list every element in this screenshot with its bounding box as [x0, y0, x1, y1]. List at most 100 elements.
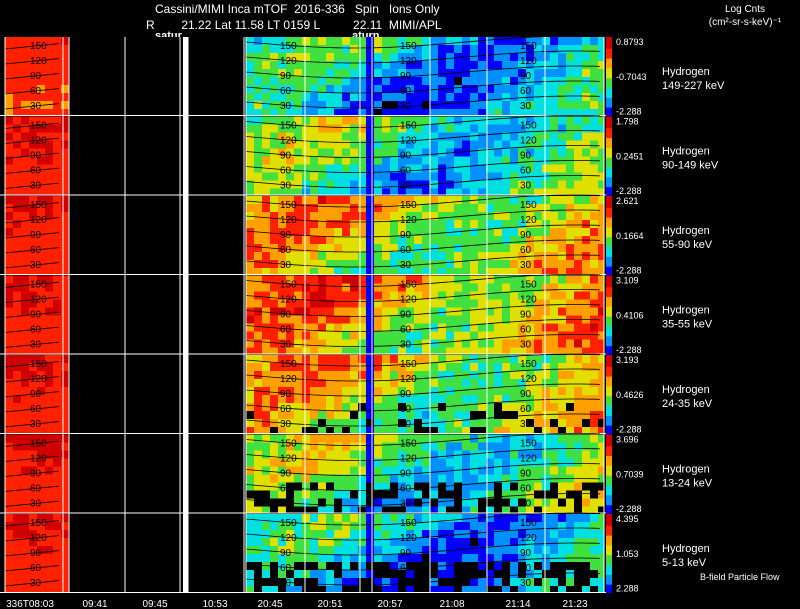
heat-cell	[446, 315, 454, 324]
contour-label: 60	[30, 484, 42, 495]
heat-cell	[61, 315, 69, 324]
heat-cell	[494, 419, 502, 427]
heat-cell	[574, 578, 582, 586]
heat-cell	[542, 299, 550, 308]
heat-cell	[302, 506, 310, 513]
heat-cell	[262, 450, 270, 459]
colorbar-mid-label: 0.2451	[616, 151, 644, 161]
heat-cell	[262, 474, 270, 483]
heat-cell	[61, 156, 69, 165]
heat-cell	[302, 307, 310, 316]
heat-cell	[53, 172, 61, 181]
heat-cell	[262, 283, 270, 292]
heat-cell	[21, 339, 29, 348]
heat-cell	[446, 403, 454, 411]
heat-cell	[326, 562, 334, 570]
contour-label: 150	[400, 200, 417, 211]
heat-cell	[558, 331, 566, 340]
heat-cell	[502, 260, 510, 268]
heat-cell	[326, 69, 334, 77]
heat-cell	[438, 140, 446, 149]
heat-cell	[302, 546, 310, 554]
heat-cell	[21, 506, 29, 513]
heat-cell	[366, 140, 374, 149]
contour-label: 120	[520, 374, 537, 385]
heat-cell	[478, 411, 486, 419]
heat-cell	[582, 109, 590, 116]
heat-cell	[366, 530, 374, 538]
heat-cell	[366, 490, 374, 499]
heat-cell	[430, 299, 438, 308]
heat-cell	[374, 355, 382, 363]
heat-cell	[318, 474, 326, 483]
heat-cell	[454, 220, 462, 228]
colorbar-min-label: -2.288	[616, 186, 642, 196]
heat-cell	[414, 85, 422, 93]
contour-label: 90	[280, 548, 292, 559]
heat-cell	[454, 172, 462, 181]
heat-cell	[254, 196, 262, 204]
heat-cell	[574, 196, 582, 204]
heat-cell	[294, 419, 302, 427]
heat-cell	[318, 546, 326, 554]
heat-cell	[574, 419, 582, 427]
contour-label: 150	[400, 280, 417, 291]
contour-label: 60	[400, 166, 412, 177]
heat-cell	[430, 474, 438, 483]
heat-cell	[446, 101, 454, 109]
colorbar-max-label: 3.193	[616, 355, 639, 365]
heat-cell	[390, 132, 398, 141]
heat-cell	[334, 490, 342, 499]
heat-cell	[358, 204, 366, 212]
heat-cell	[494, 498, 502, 507]
heat-cell	[302, 411, 310, 419]
heat-cell	[502, 387, 510, 395]
heat-cell	[5, 427, 13, 434]
time-tick-label: 21:23	[562, 599, 587, 609]
heat-cell	[542, 514, 550, 522]
heat-cell	[582, 244, 590, 252]
heat-cell	[566, 93, 574, 101]
heat-cell	[5, 85, 13, 93]
heat-cell	[582, 204, 590, 212]
heat-cell	[550, 180, 558, 189]
heat-cell	[382, 570, 390, 578]
time-tick-label: 10:53	[202, 599, 227, 609]
heat-cell	[542, 355, 550, 363]
heat-cell	[558, 482, 566, 491]
heat-cell	[326, 586, 334, 593]
contour-label: 90	[400, 71, 412, 82]
heat-cell	[550, 562, 558, 570]
contour-label: 30	[400, 499, 412, 510]
heat-cell	[61, 101, 69, 109]
heat-cell	[598, 570, 604, 578]
heat-cell	[454, 196, 462, 204]
heat-cell	[534, 307, 542, 316]
heat-cell	[61, 506, 69, 513]
heat-cell	[61, 260, 69, 268]
heat-cell	[574, 124, 582, 133]
heat-cell	[45, 331, 53, 340]
heat-cell	[358, 506, 366, 513]
heat-cell	[254, 586, 262, 593]
heat-cell	[310, 395, 318, 403]
heat-cell	[590, 514, 598, 522]
heat-cell	[494, 268, 502, 275]
contour-label: 120	[400, 56, 417, 67]
heat-cell	[454, 434, 462, 443]
contour-label: 90	[280, 230, 292, 241]
heat-cell	[462, 93, 470, 101]
heat-cell	[342, 61, 350, 69]
heat-cell	[390, 101, 398, 109]
heat-cell	[550, 116, 558, 125]
heat-cell	[13, 93, 21, 101]
heat-cell	[294, 156, 302, 165]
heat-cell	[446, 379, 454, 387]
heat-cell	[502, 331, 510, 340]
heat-cell	[302, 212, 310, 220]
heat-cell	[5, 101, 13, 109]
heat-cell	[53, 148, 61, 157]
heat-cell	[262, 387, 270, 395]
heat-cell	[350, 220, 358, 228]
heat-cell	[390, 514, 398, 522]
